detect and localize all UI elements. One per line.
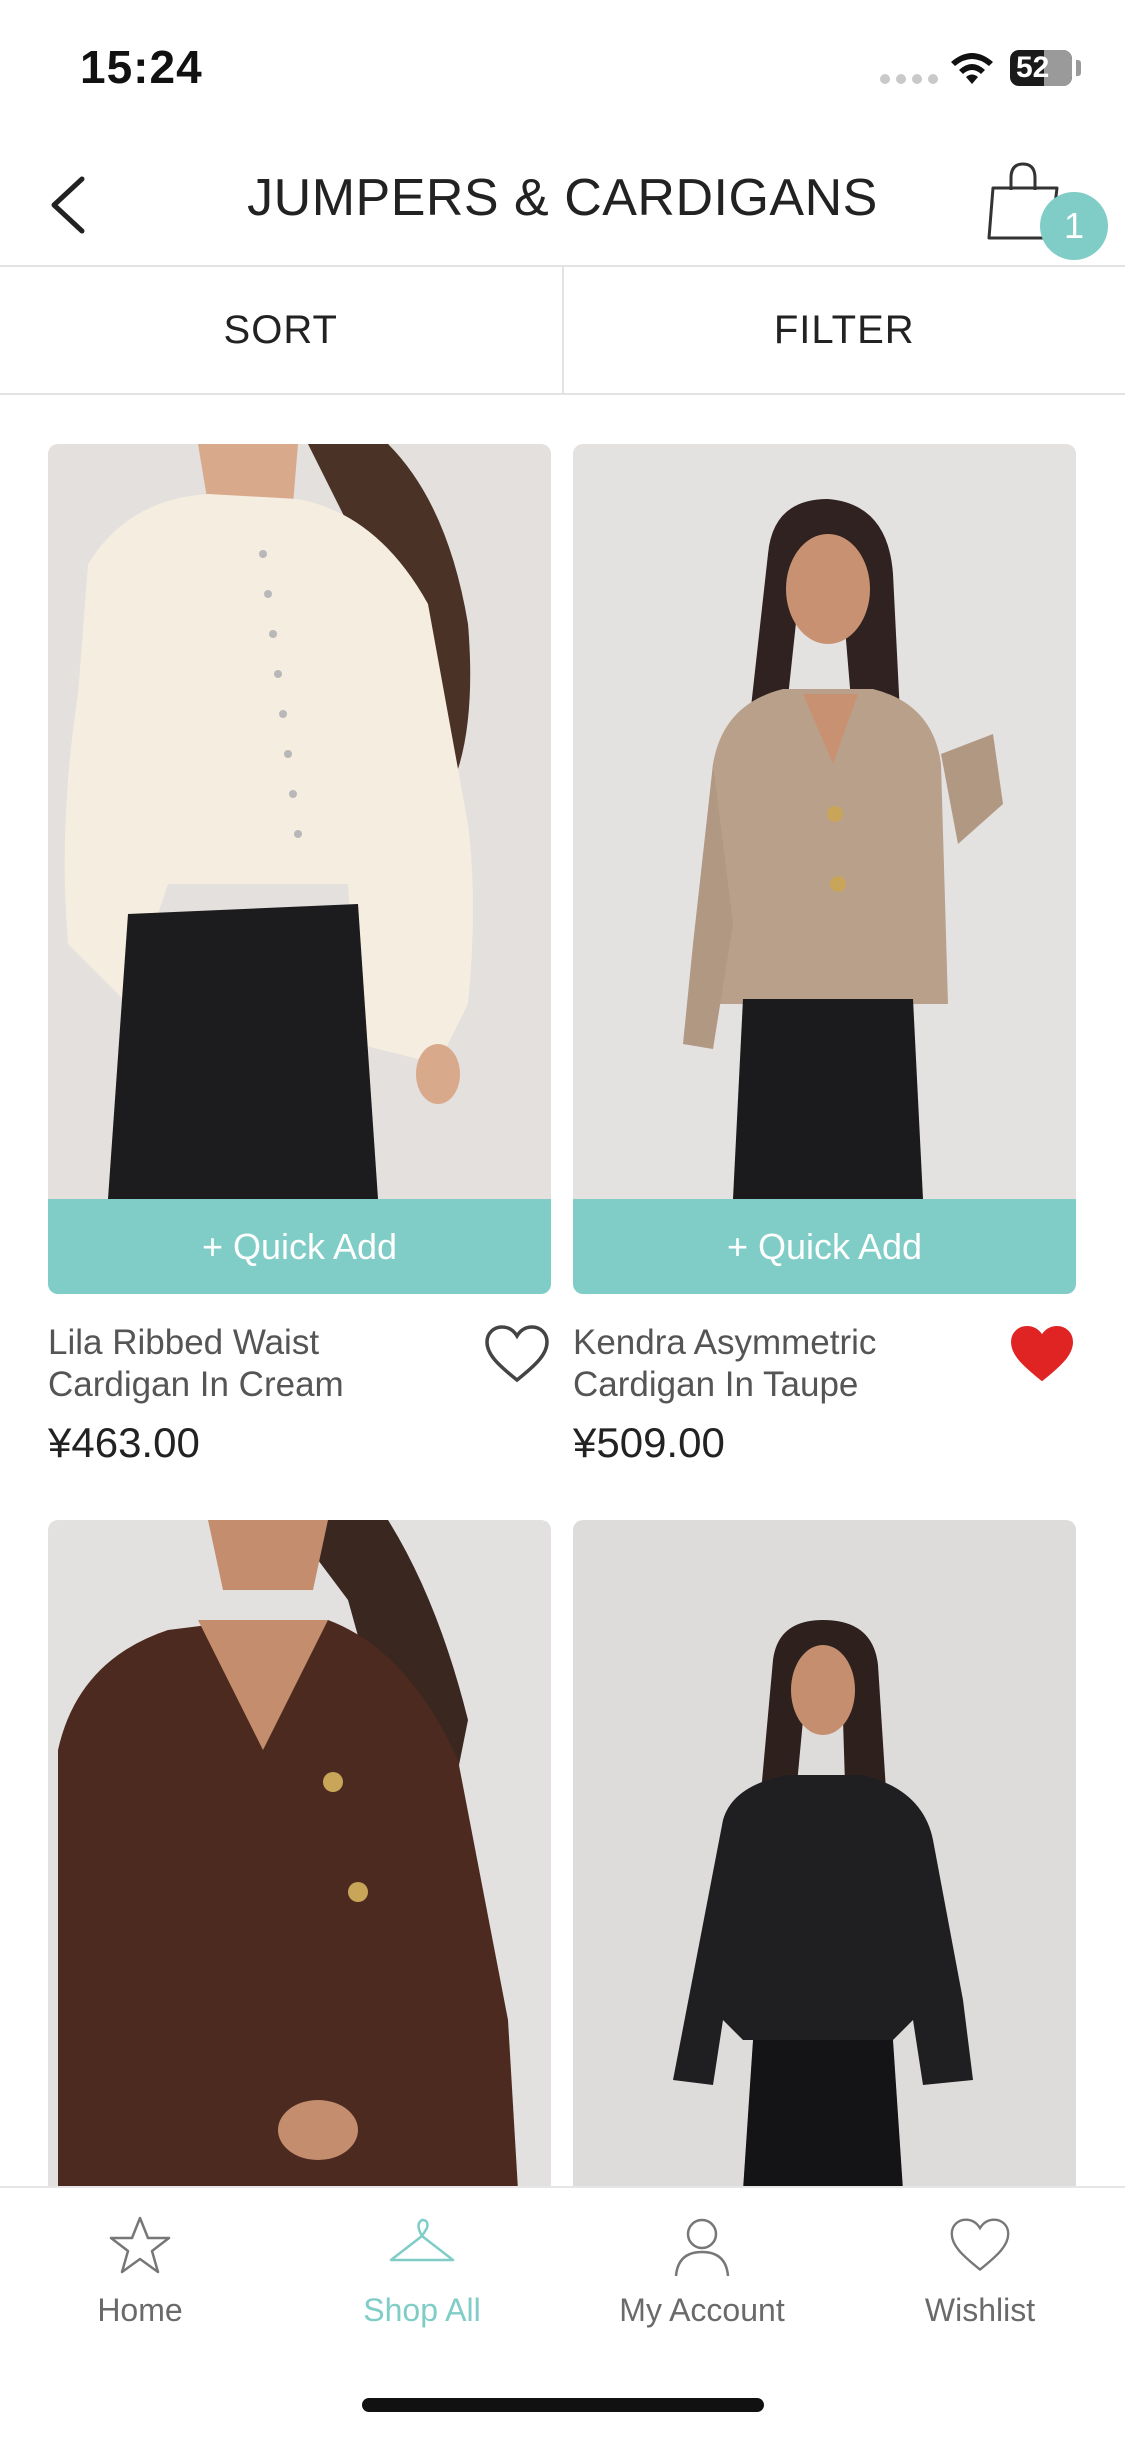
nav-wishlist-label: Wishlist	[860, 2292, 1100, 2329]
product-image[interactable]	[48, 444, 551, 1199]
battery-tip	[1076, 60, 1081, 76]
nav-home-label: Home	[20, 2292, 260, 2329]
product-image[interactable]	[573, 444, 1076, 1199]
battery-icon: 52	[1010, 50, 1072, 86]
star-icon	[108, 2214, 172, 2278]
nav-home[interactable]: Home	[20, 2214, 260, 2329]
product-card[interactable]: + Quick Add Kendra Asymmetric Cardigan I…	[573, 444, 1076, 1484]
person-icon	[670, 2214, 734, 2278]
heart-icon	[948, 2214, 1012, 2278]
nav-my-account[interactable]: My Account	[582, 2214, 822, 2329]
nav-wishlist[interactable]: Wishlist	[860, 2214, 1100, 2329]
filter-button[interactable]: FILTER	[564, 267, 1125, 393]
home-indicator[interactable]	[362, 2398, 764, 2412]
quick-add-button[interactable]: + Quick Add	[48, 1199, 551, 1294]
hanger-icon	[387, 2214, 457, 2278]
nav-shop-all-label: Shop All	[302, 2292, 542, 2329]
status-time: 15:24	[80, 40, 203, 94]
battery-level: 52	[1016, 51, 1049, 84]
cellular-signal-icon	[880, 74, 938, 84]
heart-filled-icon[interactable]	[1008, 1324, 1076, 1386]
quick-add-button[interactable]: + Quick Add	[573, 1199, 1076, 1294]
page-title: JUMPERS & CARDIGANS	[0, 168, 1125, 228]
product-card[interactable]	[48, 1520, 551, 2190]
product-image[interactable]	[573, 1520, 1076, 2190]
product-price: ¥463.00	[48, 1419, 200, 1467]
cart-count-badge: 1	[1040, 192, 1108, 260]
sort-filter-bar: SORT FILTER	[0, 267, 1125, 395]
product-card[interactable]: + Quick Add Lila Ribbed Waist Cardigan I…	[48, 444, 551, 1484]
status-bar: 15:24 52	[0, 0, 1125, 140]
nav-my-account-label: My Account	[582, 2292, 822, 2329]
product-name[interactable]: Lila Ribbed Waist Cardigan In Cream	[48, 1322, 468, 1406]
sort-button[interactable]: SORT	[0, 267, 564, 393]
wifi-icon	[948, 48, 996, 88]
heart-outline-icon[interactable]	[483, 1324, 551, 1386]
header: JUMPERS & CARDIGANS 1	[0, 140, 1125, 267]
nav-shop-all[interactable]: Shop All	[302, 2214, 542, 2329]
product-image[interactable]	[48, 1520, 551, 2190]
product-name[interactable]: Kendra Asymmetric Cardigan In Taupe	[573, 1322, 993, 1406]
product-price: ¥509.00	[573, 1419, 725, 1467]
product-card[interactable]	[573, 1520, 1076, 2190]
